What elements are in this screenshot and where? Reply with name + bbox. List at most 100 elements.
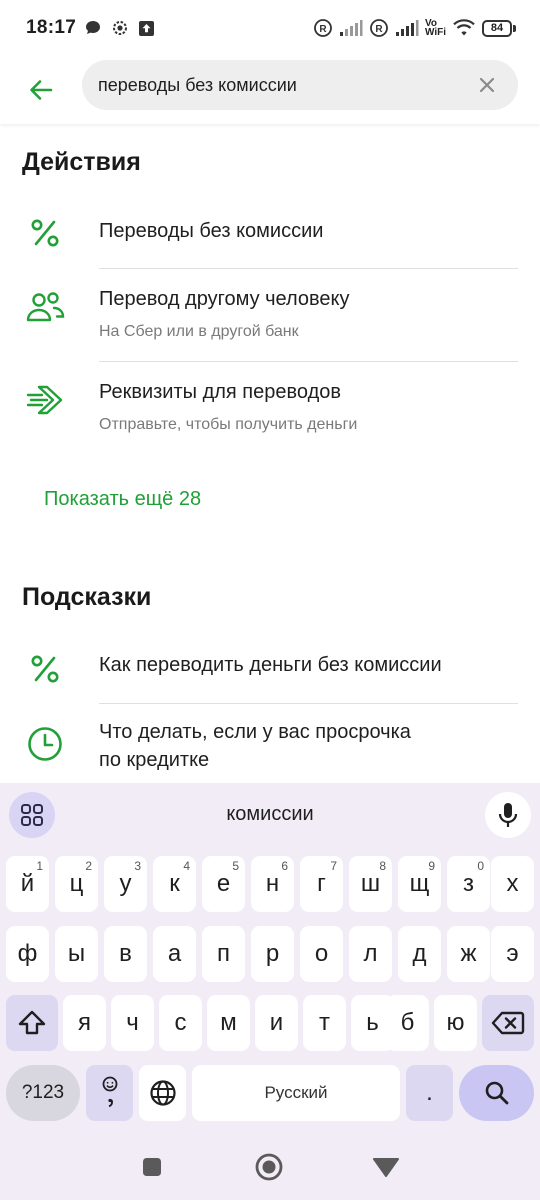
space-key[interactable]: Русский — [192, 1065, 400, 1121]
language-key[interactable] — [139, 1065, 186, 1121]
keyboard-suggestion[interactable]: комиссии — [0, 803, 540, 826]
backspace-icon — [491, 1011, 525, 1035]
percent-icon — [24, 648, 66, 690]
key-row1-7[interactable]: ш8 — [349, 856, 392, 912]
recents-button[interactable] — [137, 1152, 167, 1182]
action-row-requisites[interactable]: Реквизиты для переводов Отправьте, чтобы… — [0, 363, 540, 453]
send-arrow-icon — [24, 379, 66, 421]
key-letter: з — [462, 870, 474, 897]
hints-section-title: Подсказки — [22, 583, 152, 611]
hint-row-fee-free[interactable]: Как переводить деньги без комиссии — [0, 635, 540, 703]
status-left: 18:17 — [26, 17, 155, 39]
emoji-key[interactable] — [86, 1065, 133, 1121]
people-icon — [24, 286, 66, 328]
key-row2-5[interactable]: р — [251, 926, 294, 982]
key-row2-0[interactable]: ф — [6, 926, 49, 982]
key-row1-3[interactable]: к4 — [153, 856, 196, 912]
shift-key[interactable] — [6, 995, 58, 1051]
signal-weak-icon — [339, 19, 363, 37]
key-row2-8[interactable]: д — [398, 926, 441, 982]
key-row3-1[interactable]: ч — [111, 995, 154, 1051]
key-row1-4[interactable]: е5 — [202, 856, 245, 912]
vowifi-bottom: WiFi — [424, 27, 446, 38]
key-letter: х — [506, 870, 519, 897]
signal-strong-icon — [395, 19, 419, 37]
svg-text:R: R — [375, 24, 383, 35]
square-icon — [143, 1158, 161, 1176]
key-hint: 6 — [281, 859, 288, 873]
key-letter: ц — [69, 870, 84, 897]
key-row3-2[interactable]: с — [159, 995, 202, 1051]
hint-row-overdue[interactable]: Что делать, если у вас просрочка по кред… — [0, 705, 540, 783]
key-row2-6[interactable]: о — [300, 926, 343, 982]
hint-row-title: Как переводить деньги без комиссии — [99, 654, 442, 676]
key-row1-1[interactable]: ц2 — [55, 856, 98, 912]
key-row2-9[interactable]: ж — [447, 926, 490, 982]
vowifi-indicator: Vo WiFi — [424, 19, 446, 38]
battery-level: 84 — [482, 19, 512, 37]
key-row1-0[interactable]: й1 — [6, 856, 49, 912]
action-row-fee-free-transfers[interactable]: Переводы без комиссии — [0, 200, 540, 268]
hint-row-title: Что делать, если у вас просрочка — [99, 721, 411, 743]
triangle-down-icon — [373, 1158, 399, 1177]
voice-input-button[interactable] — [485, 792, 531, 838]
key-row2-10[interactable]: э — [491, 926, 534, 982]
period-key[interactable]: . — [406, 1065, 453, 1121]
key-row1-8[interactable]: щ9 — [398, 856, 441, 912]
battery-tip — [513, 24, 516, 32]
key-row1-2[interactable]: у3 — [104, 856, 147, 912]
key-letter: к — [169, 870, 180, 897]
status-bar: 18:17 R R Vo WiFi 84 — [0, 0, 540, 56]
search-header: переводы без комиссии — [0, 56, 540, 124]
key-hint: 1 — [36, 859, 43, 873]
action-row-transfer-person[interactable]: Перевод другому человеку На Сбер или в д… — [0, 270, 540, 361]
key-row3-8[interactable]: ю — [434, 995, 477, 1051]
arrow-left-icon — [30, 80, 53, 100]
status-time: 18:17 — [26, 17, 77, 38]
symbols-key[interactable]: ?123 — [6, 1065, 80, 1121]
shift-icon — [18, 1010, 46, 1035]
back-nav-button[interactable] — [371, 1152, 401, 1182]
key-row2-2[interactable]: в — [104, 926, 147, 982]
action-row-title: Реквизиты для переводов — [99, 381, 341, 403]
system-nav-bar — [0, 1130, 540, 1200]
key-row3-0[interactable]: я — [63, 995, 106, 1051]
key-row1-6[interactable]: г7 — [300, 856, 343, 912]
key-row3-5[interactable]: т — [303, 995, 346, 1051]
action-row-subtitle: На Сбер или в другой банк — [99, 323, 299, 340]
svg-text:R: R — [319, 24, 327, 35]
key-row1-9[interactable]: з0 — [447, 856, 490, 912]
key-letter: н — [265, 870, 280, 897]
key-row1-10[interactable]: х — [491, 856, 534, 912]
clear-search-button[interactable] — [472, 70, 502, 100]
key-row2-1[interactable]: ы — [55, 926, 98, 982]
key-row2-3[interactable]: а — [153, 926, 196, 982]
roaming-r-icon-2: R — [369, 18, 389, 38]
show-more-button[interactable]: Показать ещё 28 — [44, 488, 201, 511]
key-row2-4[interactable]: п — [202, 926, 245, 982]
keyboard-toolbar: комиссии — [0, 783, 540, 847]
key-row2-7[interactable]: л — [349, 926, 392, 982]
key-letter: й — [20, 870, 35, 897]
key-row3-4[interactable]: и — [255, 995, 298, 1051]
key-letter: ш — [360, 870, 381, 897]
back-button[interactable] — [0, 60, 78, 120]
search-key[interactable] — [459, 1065, 534, 1121]
search-field[interactable]: переводы без комиссии — [82, 60, 518, 110]
home-button[interactable] — [254, 1152, 284, 1182]
backspace-key[interactable] — [482, 995, 534, 1051]
search-input[interactable]: переводы без комиссии — [98, 75, 472, 96]
key-hint: 5 — [232, 859, 239, 873]
divider — [99, 361, 518, 362]
key-letter: щ — [409, 870, 430, 897]
hint-row-title-line2: по кредитке — [99, 749, 210, 771]
wifi-icon — [452, 19, 476, 37]
key-hint: 8 — [379, 859, 386, 873]
key-row3-3[interactable]: м — [207, 995, 250, 1051]
key-row1-5[interactable]: н6 — [251, 856, 294, 912]
key-hint: 2 — [85, 859, 92, 873]
keyboard: комиссии й1 ц2 у3 к4 е5 н6 г7 ш8 щ9 з0 х… — [0, 783, 540, 1130]
key-row3-7[interactable]: б — [386, 995, 429, 1051]
clock-icon — [24, 723, 66, 765]
key-hint: 9 — [428, 859, 435, 873]
